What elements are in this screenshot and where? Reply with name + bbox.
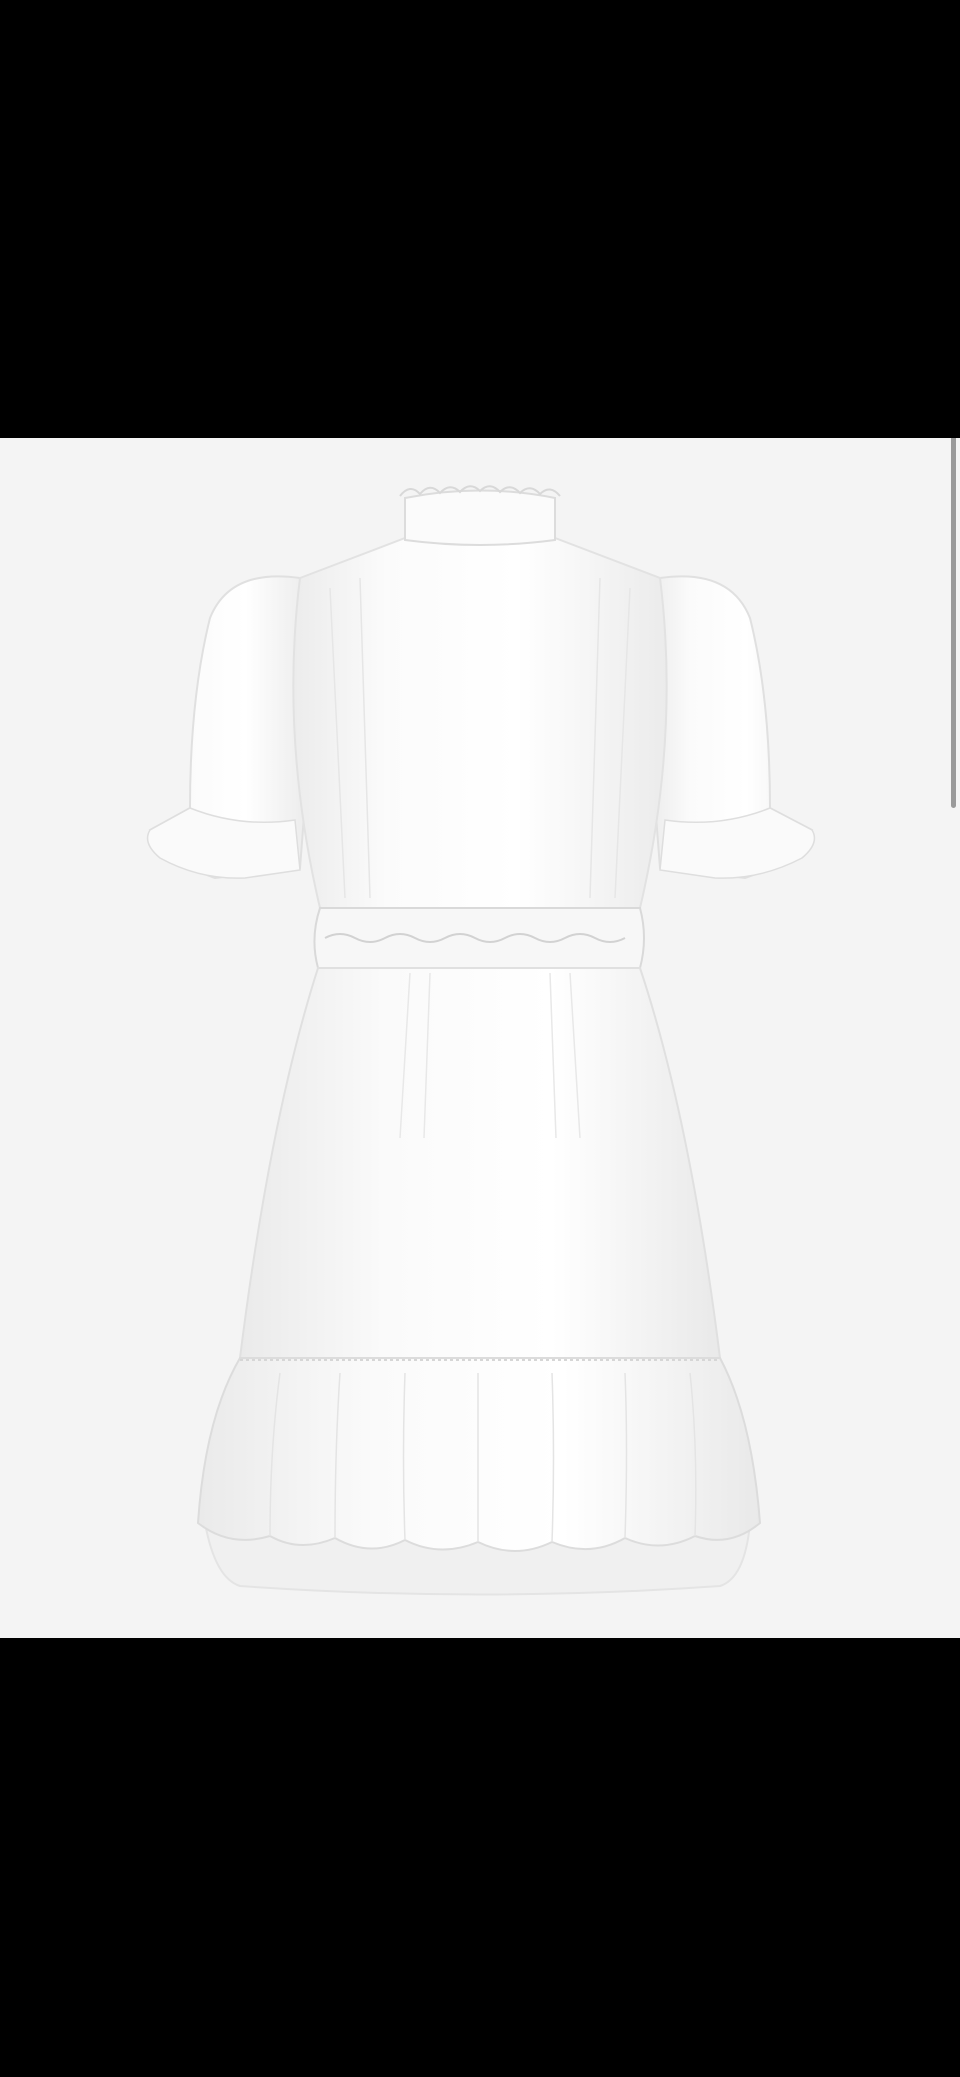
scrollbar[interactable] (951, 438, 956, 808)
collar (404, 489, 556, 546)
top-letterbox (0, 0, 960, 438)
hem-ruffle (196, 1357, 762, 1552)
skirt (238, 967, 722, 1359)
dress-icon (146, 485, 816, 1596)
bodice (292, 537, 668, 909)
product-photo[interactable] (0, 438, 960, 1638)
image-viewer (0, 0, 960, 2077)
bottom-letterbox (0, 1638, 960, 2077)
